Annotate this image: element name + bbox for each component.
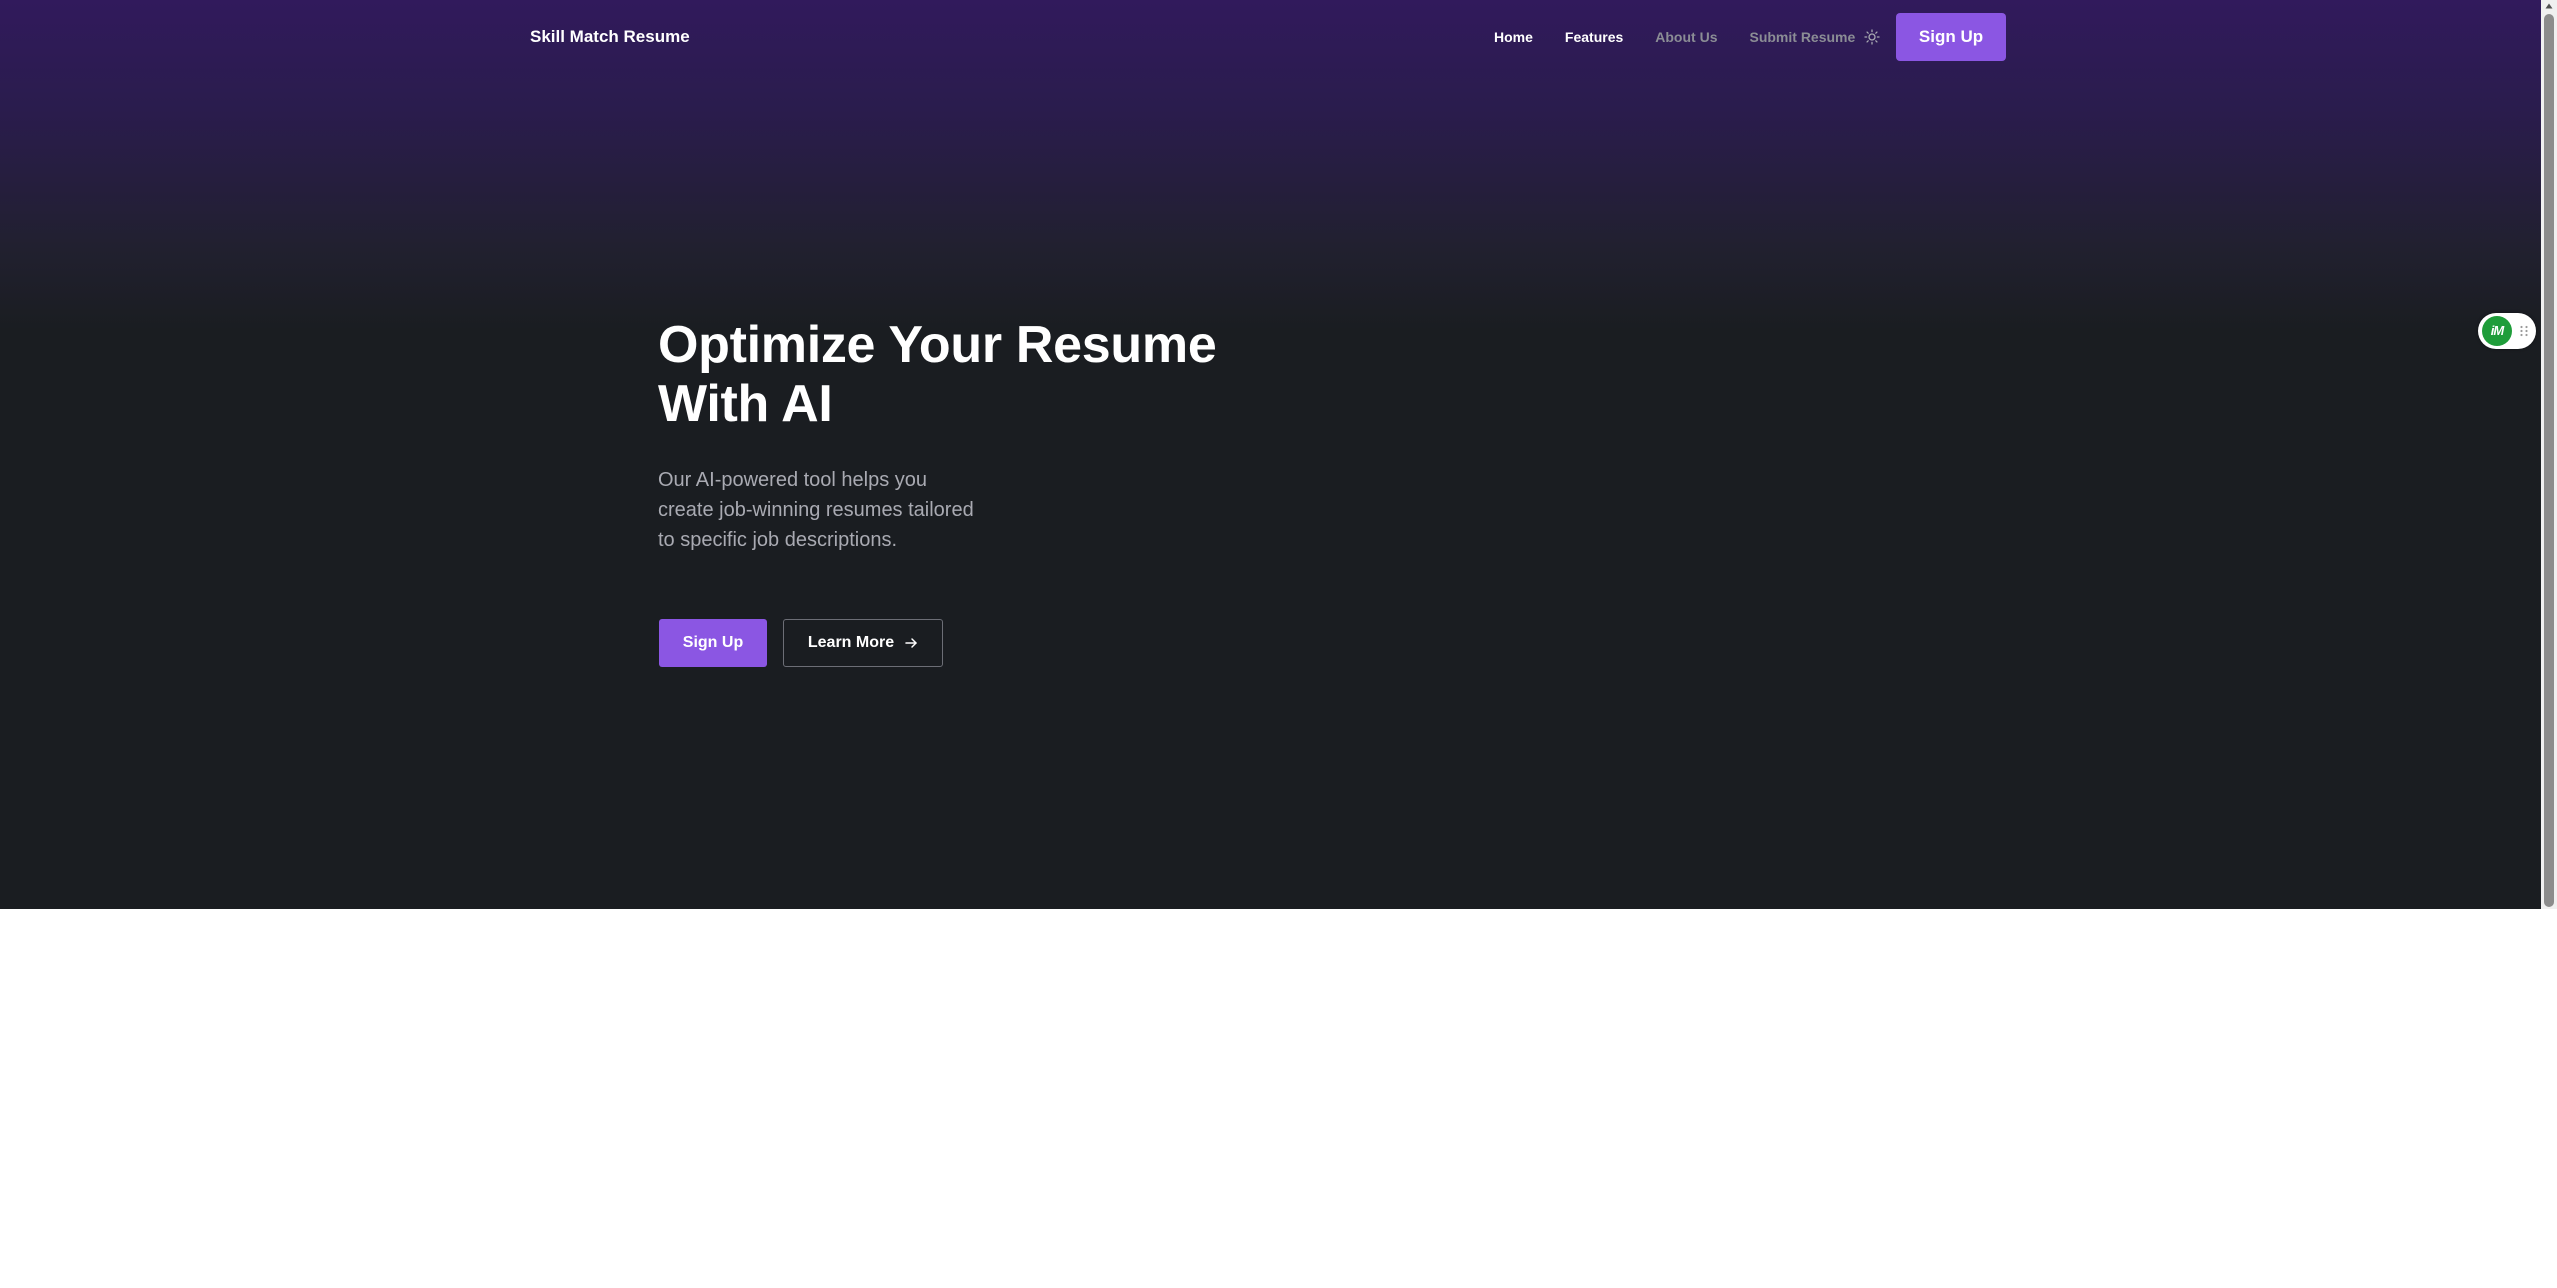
hero-description-line-3: to specific job descriptions.: [658, 529, 898, 551]
nav-link-about-us[interactable]: About Us: [1655, 27, 1717, 47]
hero-description-line-2: create job-winning resumes tailored: [658, 499, 974, 521]
extension-floating-widget[interactable]: iM: [2478, 313, 2536, 349]
drag-handle-icon[interactable]: [2518, 324, 2530, 338]
nav-link-home[interactable]: Home: [1494, 27, 1533, 47]
hero-description-line-1: Our AI-powered tool helps you: [658, 469, 928, 491]
hero-title-line-2: With AI: [658, 375, 833, 433]
vertical-scrollbar[interactable]: [2541, 0, 2557, 909]
scrollbar-thumb[interactable]: [2544, 14, 2554, 907]
nav-signup-button[interactable]: Sign Up: [1896, 13, 2006, 61]
hero-title-line-1: Optimize Your Resume: [658, 316, 1217, 374]
hero-section: Skill Match Resume Home Features About U…: [0, 0, 2541, 909]
learn-more-button[interactable]: Learn More: [783, 619, 943, 667]
hero-signup-button[interactable]: Sign Up: [659, 619, 767, 667]
learn-more-label: Learn More: [807, 634, 895, 651]
nav-links: Home Features About Us Submit Resume: [1494, 27, 1855, 47]
theme-toggle-button[interactable]: [1862, 27, 1882, 47]
scroll-up-arrow-icon[interactable]: [2541, 0, 2557, 12]
top-navbar: Skill Match Resume Home Features About U…: [0, 0, 2541, 74]
extension-logo-icon[interactable]: iM: [2482, 316, 2512, 346]
sun-icon: [1864, 29, 1880, 45]
hero-title: Optimize Your Resume With AI: [658, 316, 1358, 434]
browser-viewport: Skill Match Resume Home Features About U…: [0, 0, 2557, 1288]
nav-link-submit-resume[interactable]: Submit Resume: [1749, 27, 1855, 47]
hero-description: Our AI-powered tool helps you create job…: [658, 465, 1038, 555]
arrow-right-icon: [904, 636, 918, 650]
brand-logo-text[interactable]: Skill Match Resume: [530, 25, 690, 49]
nav-link-features[interactable]: Features: [1565, 27, 1623, 47]
